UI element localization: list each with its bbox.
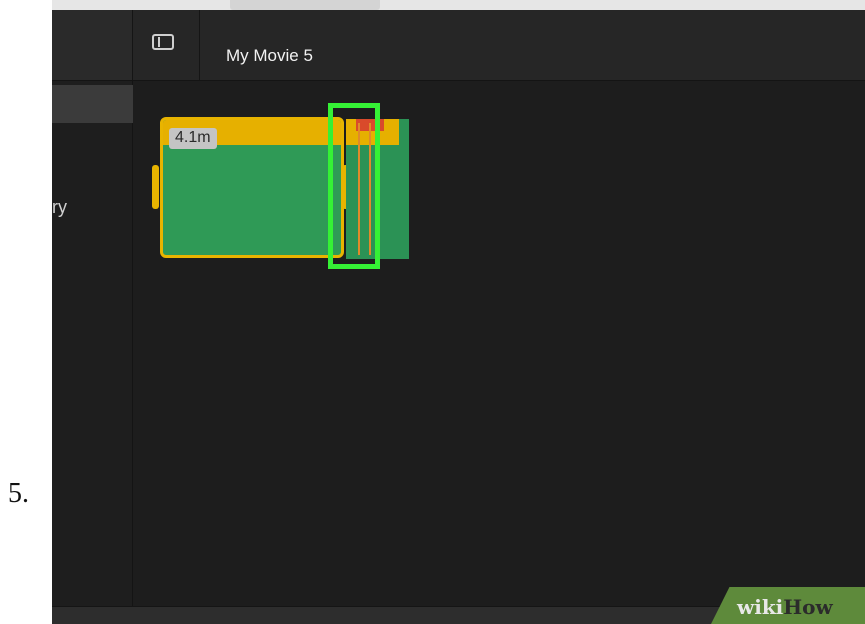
timeline[interactable]: 4.1m +: [133, 81, 865, 606]
clip-duration-badge: 4.1m: [169, 128, 217, 149]
watermark-text: wikiHow: [737, 595, 833, 619]
watermark-wiki: wiki: [737, 595, 784, 619]
toolbar-segment: [230, 0, 380, 10]
sidebar-item-label[interactable]: ry: [52, 197, 67, 218]
sidebar-toggle-icon: [152, 34, 174, 50]
library-sidebar: ry: [52, 81, 134, 624]
clip-left-trim-handle[interactable]: [152, 165, 159, 209]
watermark-how: How: [783, 595, 833, 619]
top-toolbar: [52, 0, 865, 10]
sidebar-header: [52, 10, 133, 80]
sidebar-toggle-button[interactable]: [133, 10, 200, 80]
step-number: 5.: [8, 478, 29, 509]
sidebar-item-selected[interactable]: [52, 85, 134, 123]
wikihow-watermark: wikiHow: [711, 587, 865, 624]
video-clip[interactable]: 4.1m +: [160, 117, 344, 258]
imovie-window: My Movie 5 ry 4.1m + wikiHow: [52, 0, 865, 624]
highlight-box: [328, 103, 380, 269]
title-bar: My Movie 5: [52, 10, 865, 81]
project-title: My Movie 5: [226, 46, 313, 65]
